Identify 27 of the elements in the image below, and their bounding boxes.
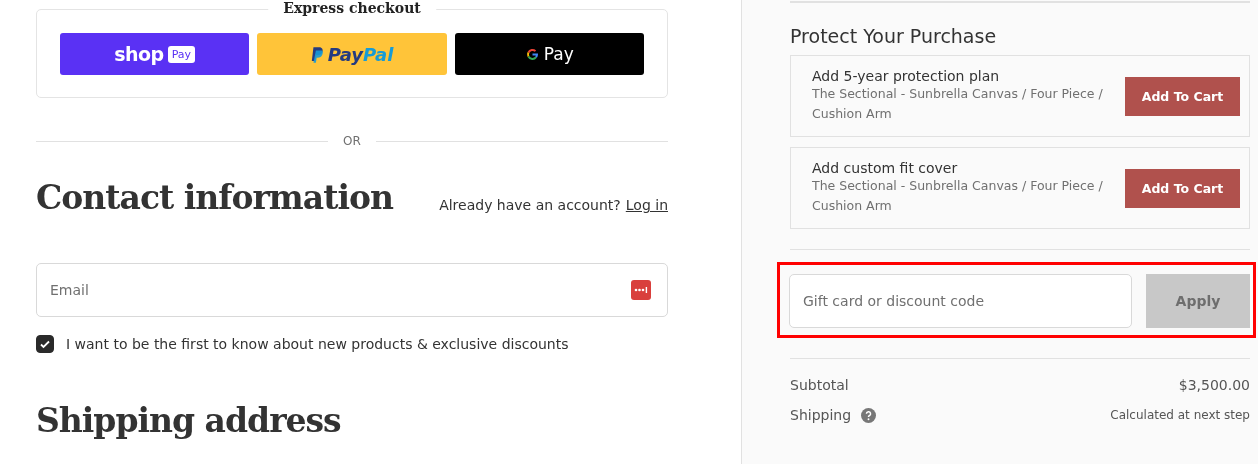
section-heading: Shipping address: [36, 401, 342, 440]
summary-label: Shipping: [790, 407, 852, 423]
add-to-cart-button[interactable]: Add To Cart: [1125, 76, 1240, 116]
summary-label: Subtotal: [790, 377, 849, 393]
account-prompt: Already have an account?: [439, 197, 621, 213]
offer-title: Add custom fit cover: [812, 160, 959, 176]
summary-value: Calculated at next step: [1110, 408, 1250, 422]
google-pay-button[interactable]: Pay: [454, 33, 644, 75]
help-icon[interactable]: [861, 407, 877, 423]
add-to-cart-button[interactable]: Add To Cart: [1125, 168, 1240, 208]
checkbox-label: I want to be the first to know about new products & exclusive discounts: [66, 336, 569, 352]
paypal-button[interactable]: PayPal: [257, 33, 447, 75]
login-link[interactable]: Log in: [625, 197, 668, 213]
section-heading: Protect Your Purchase: [790, 25, 998, 47]
g-logo-icon: [524, 46, 540, 62]
section-title: Express checkout: [268, 0, 436, 16]
summary-value: $3,500.00: [1178, 377, 1250, 393]
shop-pay-button[interactable]: shop Pay: [60, 33, 250, 75]
offer-detail: The Sectional - Sunbrella Canvas / Four Piece / Cushion Arm: [812, 177, 1104, 215]
divider-text: OR: [343, 134, 361, 148]
section-heading: Contact information: [36, 178, 393, 217]
password-manager-icon[interactable]: [631, 280, 651, 300]
email-field[interactable]: Email: [36, 263, 668, 317]
paypal-icon: [310, 45, 324, 63]
offer-detail: The Sectional - Sunbrella Canvas / Four Piece / Cushion Arm: [812, 85, 1104, 123]
offer-title: Add 5-year protection plan: [812, 68, 1001, 84]
newsletter-checkbox[interactable]: [36, 335, 54, 353]
